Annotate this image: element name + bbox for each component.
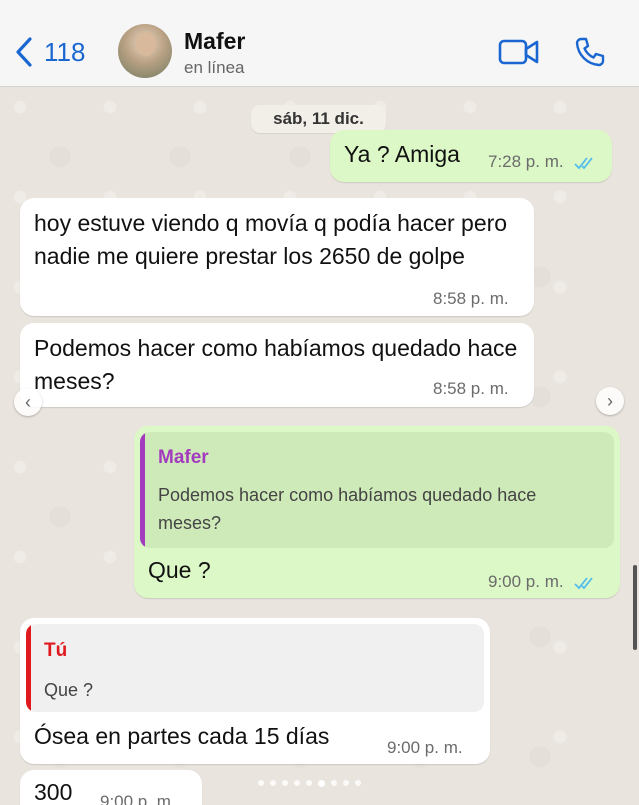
carousel-dots xyxy=(258,780,361,787)
message-meta: 7:28 p. m. xyxy=(488,152,598,172)
message-incoming[interactable]: hoy estuve viendo q movía q podía hacer … xyxy=(20,198,534,316)
scrollbar[interactable] xyxy=(633,565,637,650)
unread-count: 118 xyxy=(44,36,86,67)
message-time: 8:58 p. m. xyxy=(433,379,509,398)
carousel-dot-active[interactable] xyxy=(318,780,325,787)
carousel-dot[interactable] xyxy=(343,780,349,786)
avatar[interactable] xyxy=(118,24,172,78)
message-time: 9:00 p. m. xyxy=(100,792,176,805)
message-time: 8:58 p. m. xyxy=(433,289,509,308)
read-receipt-icon xyxy=(574,576,594,589)
phone-icon[interactable] xyxy=(574,36,606,68)
carousel-dot[interactable] xyxy=(294,780,300,786)
quoted-message[interactable]: Mafer Podemos hacer como habíamos quedad… xyxy=(140,432,614,548)
back-button[interactable]: 118 xyxy=(14,36,85,68)
carousel-dot[interactable] xyxy=(331,780,337,786)
chat-header: 118 Mafer en línea xyxy=(0,0,639,87)
chevron-right-icon: › xyxy=(607,390,613,411)
message-outgoing-reply[interactable]: Mafer Podemos hacer como habíamos quedad… xyxy=(134,426,620,598)
chat-area[interactable]: sáb, 11 dic. Ya ? Amiga 7:28 p. m. hoy e… xyxy=(0,87,639,805)
quote-text: Que ? xyxy=(44,680,94,700)
message-text: hoy estuve viendo q movía q podía hacer … xyxy=(34,210,508,269)
carousel-dot[interactable] xyxy=(355,780,361,786)
message-text: Ya ? Amiga xyxy=(344,141,460,167)
video-call-icon[interactable] xyxy=(498,38,540,66)
message-time: 9:00 p. m. xyxy=(387,738,463,757)
message-incoming[interactable]: 300 9:00 p. m. xyxy=(20,770,202,805)
message-time: 9:00 p. m. xyxy=(488,572,564,591)
quote-author: Tú xyxy=(44,640,68,661)
message-meta: 9:00 p. m. xyxy=(488,572,598,592)
carousel-dot[interactable] xyxy=(282,780,288,786)
chevron-left-icon: ‹ xyxy=(25,391,31,412)
quote-bar xyxy=(140,432,145,548)
message-text: Ósea en partes cada 15 días xyxy=(34,723,330,749)
date-separator: sáb, 11 dic. xyxy=(251,105,386,133)
read-receipt-icon xyxy=(574,156,594,169)
contact-status: en línea xyxy=(184,58,245,77)
quote-text: Podemos hacer como habíamos quedado hace… xyxy=(158,485,537,533)
next-arrow[interactable]: › xyxy=(596,387,624,415)
carousel-dot[interactable] xyxy=(270,780,276,786)
chevron-left-icon xyxy=(16,37,32,67)
message-outgoing[interactable]: Ya ? Amiga 7:28 p. m. xyxy=(330,130,612,182)
contact-name[interactable]: Mafer xyxy=(184,28,245,55)
message-text: Que ? xyxy=(148,557,211,583)
message-time: 7:28 p. m. xyxy=(488,152,564,171)
quote-bar xyxy=(26,624,31,712)
message-incoming[interactable]: Podemos hacer como habíamos quedado hace… xyxy=(20,323,534,407)
previous-arrow[interactable]: ‹ xyxy=(14,388,42,416)
message-text: 300 xyxy=(34,779,73,805)
carousel-dot[interactable] xyxy=(258,780,264,786)
quoted-message[interactable]: Tú Que ? xyxy=(26,624,484,712)
quote-author: Mafer xyxy=(158,447,209,468)
carousel-dot[interactable] xyxy=(306,780,312,786)
message-incoming-reply[interactable]: Tú Que ? Ósea en partes cada 15 días 9:0… xyxy=(20,618,490,764)
